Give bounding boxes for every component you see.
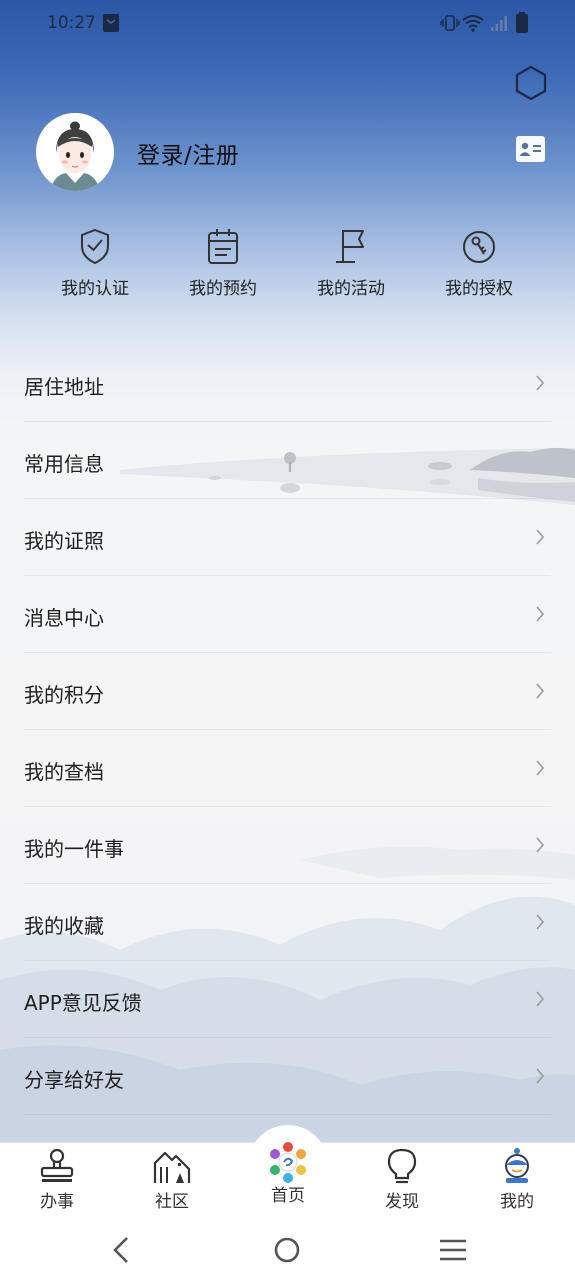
status-time: 10:27: [47, 13, 96, 33]
avatar[interactable]: [36, 113, 114, 191]
tab-label: 发现: [385, 1192, 419, 1212]
home-logo-icon: [270, 1142, 306, 1183]
menu-item-points[interactable]: 我的积分: [24, 653, 551, 730]
quick-actions: 我的认证 我的预约 我的活动 我的授权: [0, 226, 575, 306]
home-circle-icon[interactable]: [272, 1235, 302, 1265]
calendar-clipboard-icon: [208, 229, 238, 264]
key-circle-icon: [463, 231, 495, 263]
chevron-right-icon: [536, 606, 545, 622]
status-bar: 10:27: [0, 0, 575, 48]
menu-item-label: APP意见反馈: [24, 991, 142, 1015]
chevron-right-icon: [536, 760, 545, 776]
id-card-icon[interactable]: [516, 136, 545, 162]
menu-item-favorites[interactable]: 我的收藏: [24, 884, 551, 961]
vibrate-icon: [440, 15, 460, 31]
tab-community[interactable]: 社区: [132, 1147, 212, 1212]
chevron-right-icon: [536, 683, 545, 699]
menu-item-licenses[interactable]: 我的证照: [24, 499, 551, 576]
tab-label: 首页: [271, 1186, 305, 1206]
tab-services[interactable]: 办事: [17, 1147, 97, 1212]
chevron-right-icon: [536, 529, 545, 545]
system-navigation-bar: [0, 1220, 575, 1280]
profile-mascot-icon: [505, 1148, 529, 1183]
flag-icon: [336, 230, 364, 263]
menu-item-feedback[interactable]: APP意见反馈: [24, 961, 551, 1038]
profile-header: 登录/注册: [0, 110, 575, 194]
tab-mine[interactable]: 我的: [477, 1147, 557, 1212]
back-icon[interactable]: [110, 1235, 132, 1265]
community-building-icon: [153, 1151, 191, 1183]
menu-item-label: 我的证照: [24, 529, 104, 553]
stamp-icon: [40, 1148, 74, 1182]
menu-item-label: 我的收藏: [24, 914, 104, 938]
quick-action-label: 我的授权: [445, 279, 513, 299]
menu-item-label: 消息中心: [24, 606, 104, 630]
tab-label: 社区: [155, 1192, 189, 1212]
wifi-icon: [462, 15, 484, 32]
recent-apps-icon[interactable]: [438, 1237, 468, 1263]
menu-list: 居住地址 常用信息 我的证照 消息中心 我的积分 我的查档 我的一件事 我的收藏…: [0, 345, 575, 1115]
bottom-tab-bar: 办事 社区 首页 发现 我的: [0, 1125, 575, 1220]
quick-action-activity[interactable]: 我的活动: [287, 226, 415, 299]
quick-action-verification[interactable]: 我的认证: [31, 226, 159, 299]
chevron-right-icon: [536, 375, 545, 391]
battery-icon: [516, 12, 528, 33]
tab-label: 我的: [500, 1192, 534, 1212]
menu-item-label: 居住地址: [24, 375, 104, 399]
settings-hexagon-icon[interactable]: [512, 64, 550, 102]
chevron-right-icon: [536, 1068, 545, 1084]
menu-item-one-thing[interactable]: 我的一件事: [24, 807, 551, 884]
menu-item-messages[interactable]: 消息中心: [24, 576, 551, 653]
chevron-right-icon: [536, 991, 545, 1007]
menu-item-label: 分享给好友: [24, 1068, 124, 1092]
menu-item-archives[interactable]: 我的查档: [24, 730, 551, 807]
menu-item-share[interactable]: 分享给好友: [24, 1038, 551, 1115]
tab-home[interactable]: 首页: [248, 1142, 328, 1206]
menu-item-label: 我的一件事: [24, 837, 124, 861]
quick-action-authorization[interactable]: 我的授权: [415, 226, 543, 299]
tab-label: 办事: [40, 1192, 74, 1212]
menu-item-label: 我的积分: [24, 683, 104, 707]
menu-item-label: 我的查档: [24, 760, 104, 784]
notification-icon: [103, 14, 119, 32]
menu-item-common-info[interactable]: 常用信息: [24, 422, 551, 499]
shield-check-icon: [81, 228, 109, 265]
quick-action-label: 我的预约: [189, 279, 257, 299]
menu-item-address[interactable]: 居住地址: [24, 345, 551, 422]
menu-item-label: 常用信息: [24, 452, 104, 476]
lightbulb-icon: [387, 1148, 417, 1184]
chevron-right-icon: [536, 914, 545, 930]
tab-discover[interactable]: 发现: [362, 1147, 442, 1212]
quick-action-label: 我的认证: [61, 279, 129, 299]
quick-action-label: 我的活动: [317, 279, 385, 299]
signal-icon: [491, 16, 507, 31]
quick-action-appointment[interactable]: 我的预约: [159, 226, 287, 299]
chevron-right-icon: [536, 837, 545, 853]
login-register-link[interactable]: 登录/注册: [137, 136, 239, 170]
